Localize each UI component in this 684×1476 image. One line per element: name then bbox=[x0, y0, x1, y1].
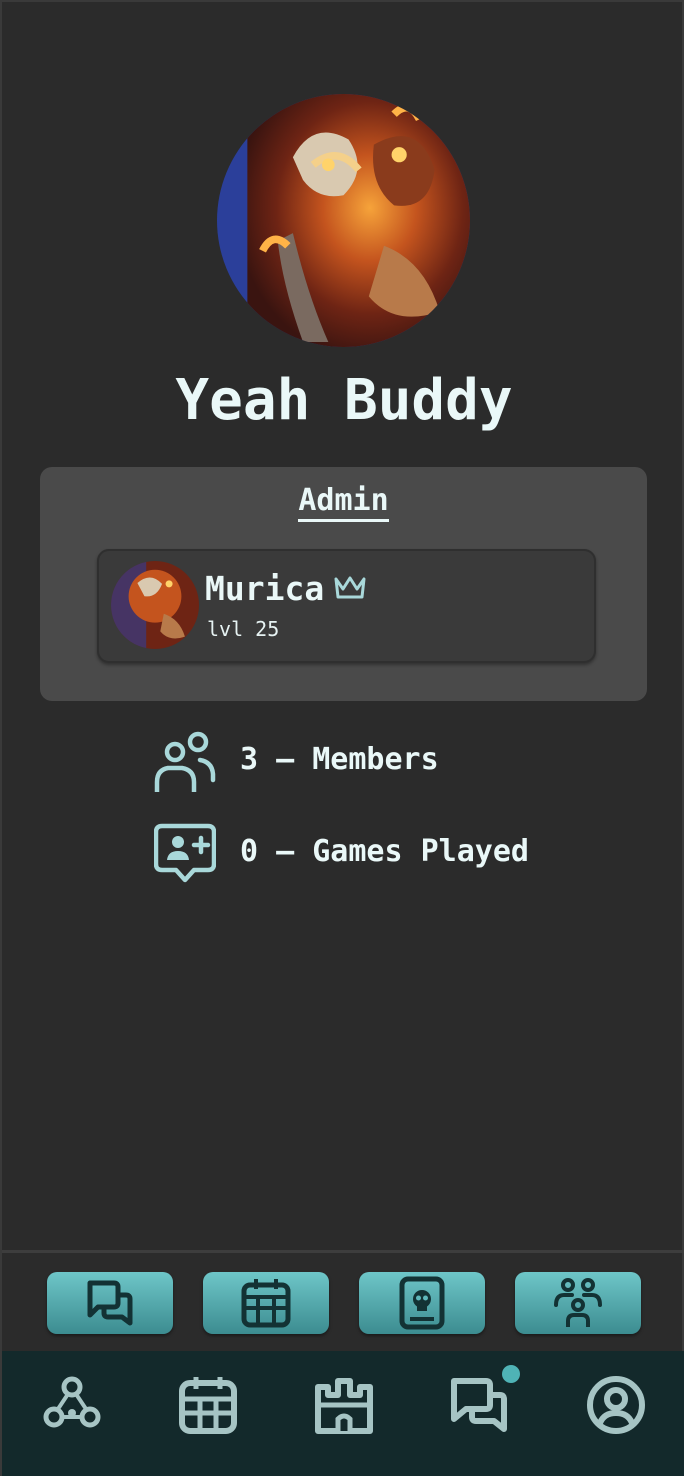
crown-icon bbox=[334, 576, 366, 599]
bottom-nav-bar bbox=[2, 1351, 684, 1476]
skull-book-icon bbox=[399, 1276, 445, 1330]
group-members-button[interactable] bbox=[515, 1272, 641, 1334]
group-profile-screen: Yeah Buddy Admin Murica lvl 25 3 – Membe… bbox=[0, 0, 684, 1476]
user-chat-plus-icon bbox=[154, 823, 216, 883]
admin-card: Admin Murica lvl 25 bbox=[40, 467, 647, 701]
nav-hub[interactable] bbox=[40, 1373, 104, 1437]
group-calendar-button[interactable] bbox=[203, 1272, 329, 1334]
group-chat-button[interactable] bbox=[47, 1272, 173, 1334]
group-rules-button[interactable] bbox=[359, 1272, 485, 1334]
games-label: 0 – Games Played bbox=[240, 834, 529, 869]
admin-title: Admin bbox=[40, 483, 647, 522]
messages-icon bbox=[451, 1378, 507, 1432]
users-icon bbox=[154, 731, 216, 792]
member-name: Murica bbox=[205, 569, 325, 608]
nav-messages[interactable] bbox=[448, 1365, 520, 1437]
messages-icon bbox=[87, 1280, 133, 1326]
admin-title-text: Admin bbox=[298, 483, 389, 522]
profile-icon bbox=[587, 1376, 645, 1434]
notification-dot bbox=[502, 1365, 520, 1383]
divider bbox=[2, 1250, 684, 1253]
group-avatar bbox=[217, 94, 470, 347]
admin-member-row[interactable]: Murica lvl 25 bbox=[97, 549, 596, 663]
members-label: 3 – Members bbox=[240, 742, 439, 777]
member-level: lvl 25 bbox=[207, 617, 280, 641]
calendar-icon bbox=[179, 1377, 237, 1434]
castle-icon bbox=[315, 1378, 373, 1434]
nav-profile[interactable] bbox=[584, 1373, 648, 1437]
hub-icon bbox=[43, 1376, 101, 1428]
member-avatar bbox=[111, 561, 199, 649]
nav-calendar[interactable] bbox=[176, 1373, 240, 1437]
calendar-icon bbox=[241, 1279, 291, 1328]
group-icon bbox=[554, 1278, 602, 1327]
group-name: Yeah Buddy bbox=[175, 368, 513, 433]
nav-groups[interactable] bbox=[312, 1373, 376, 1437]
